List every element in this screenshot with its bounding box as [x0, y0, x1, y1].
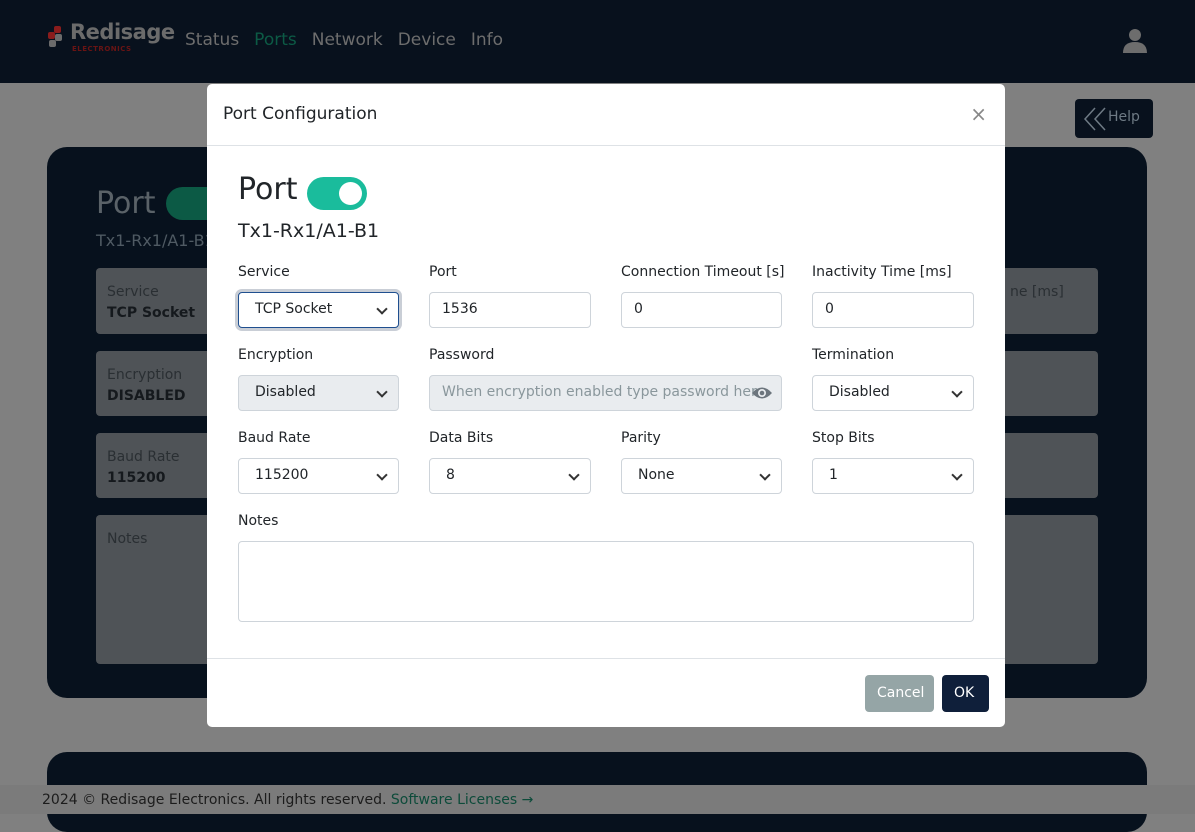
baud-select[interactable]: 115200 — [238, 458, 399, 494]
help-button[interactable]: Help — [1075, 99, 1153, 138]
logo-mark-icon — [48, 26, 62, 47]
encryption-label: Encryption — [238, 347, 314, 363]
port-subtitle: Tx1-Rx1/A1-B1 — [238, 220, 380, 242]
nav-info[interactable]: Info — [471, 30, 503, 50]
port-enable-toggle[interactable] — [307, 177, 367, 210]
brand-name: Redisage — [70, 20, 175, 44]
port-config-modal: Port Configuration × Port Tx1-Rx1/A1-B1 S… — [207, 84, 1005, 727]
brand-logo[interactable]: Redisage ELECTRONICS — [48, 20, 175, 56]
brand-tagline: ELECTRONICS — [72, 45, 132, 53]
baud-label: Baud Rate — [238, 430, 311, 446]
nav-status[interactable]: Status — [185, 30, 239, 50]
service-select[interactable]: TCP Socket — [238, 292, 399, 328]
software-licenses-link[interactable]: Software Licenses → — [391, 792, 533, 808]
ok-button[interactable]: OK — [942, 675, 989, 712]
parity-select[interactable]: None — [621, 458, 782, 494]
data-bits-label: Data Bits — [429, 430, 494, 446]
navbar: Redisage ELECTRONICS Status Ports Networ… — [0, 0, 1195, 83]
copyright: 2024 © Redisage Electronics. All rights … — [42, 792, 387, 808]
conn-timeout-label: Connection Timeout [s] — [621, 264, 785, 280]
bg-port-title: Port — [96, 186, 156, 221]
close-icon[interactable]: × — [970, 102, 987, 126]
stop-bits-select[interactable]: 1 — [812, 458, 974, 494]
nav-ports[interactable]: Ports — [254, 30, 297, 50]
stop-bits-label: Stop Bits — [812, 430, 875, 446]
inactivity-label: Inactivity Time [ms] — [812, 264, 952, 280]
bg-port-subtitle: Tx1-Rx1/A1-B1 — [96, 231, 215, 250]
port-input[interactable]: 1536 — [429, 292, 591, 328]
termination-select[interactable]: Disabled — [812, 375, 974, 411]
password-label: Password — [429, 347, 495, 363]
footer: 2024 © Redisage Electronics. All rights … — [0, 785, 1195, 814]
encryption-select[interactable]: Disabled — [238, 375, 399, 411]
termination-label: Termination — [812, 347, 895, 363]
nav-device[interactable]: Device — [398, 30, 456, 50]
parity-label: Parity — [621, 430, 661, 446]
port-label: Port — [429, 264, 457, 280]
notes-label: Notes — [238, 513, 279, 529]
port-heading: Port — [238, 172, 298, 207]
password-input[interactable]: When encryption enabled type password he… — [429, 375, 782, 411]
modal-title: Port Configuration — [223, 104, 378, 124]
data-bits-select[interactable]: 8 — [429, 458, 591, 494]
service-label: Service — [238, 264, 290, 280]
double-chevron-left-icon — [1083, 107, 1106, 131]
conn-timeout-input[interactable]: 0 — [621, 292, 782, 328]
user-icon[interactable] — [1122, 27, 1148, 53]
notes-textarea[interactable] — [238, 541, 974, 622]
nav-network[interactable]: Network — [312, 30, 383, 50]
inactivity-input[interactable]: 0 — [812, 292, 974, 328]
cancel-button[interactable]: Cancel — [865, 675, 934, 712]
help-label: Help — [1108, 109, 1140, 125]
eye-icon[interactable] — [751, 385, 773, 401]
